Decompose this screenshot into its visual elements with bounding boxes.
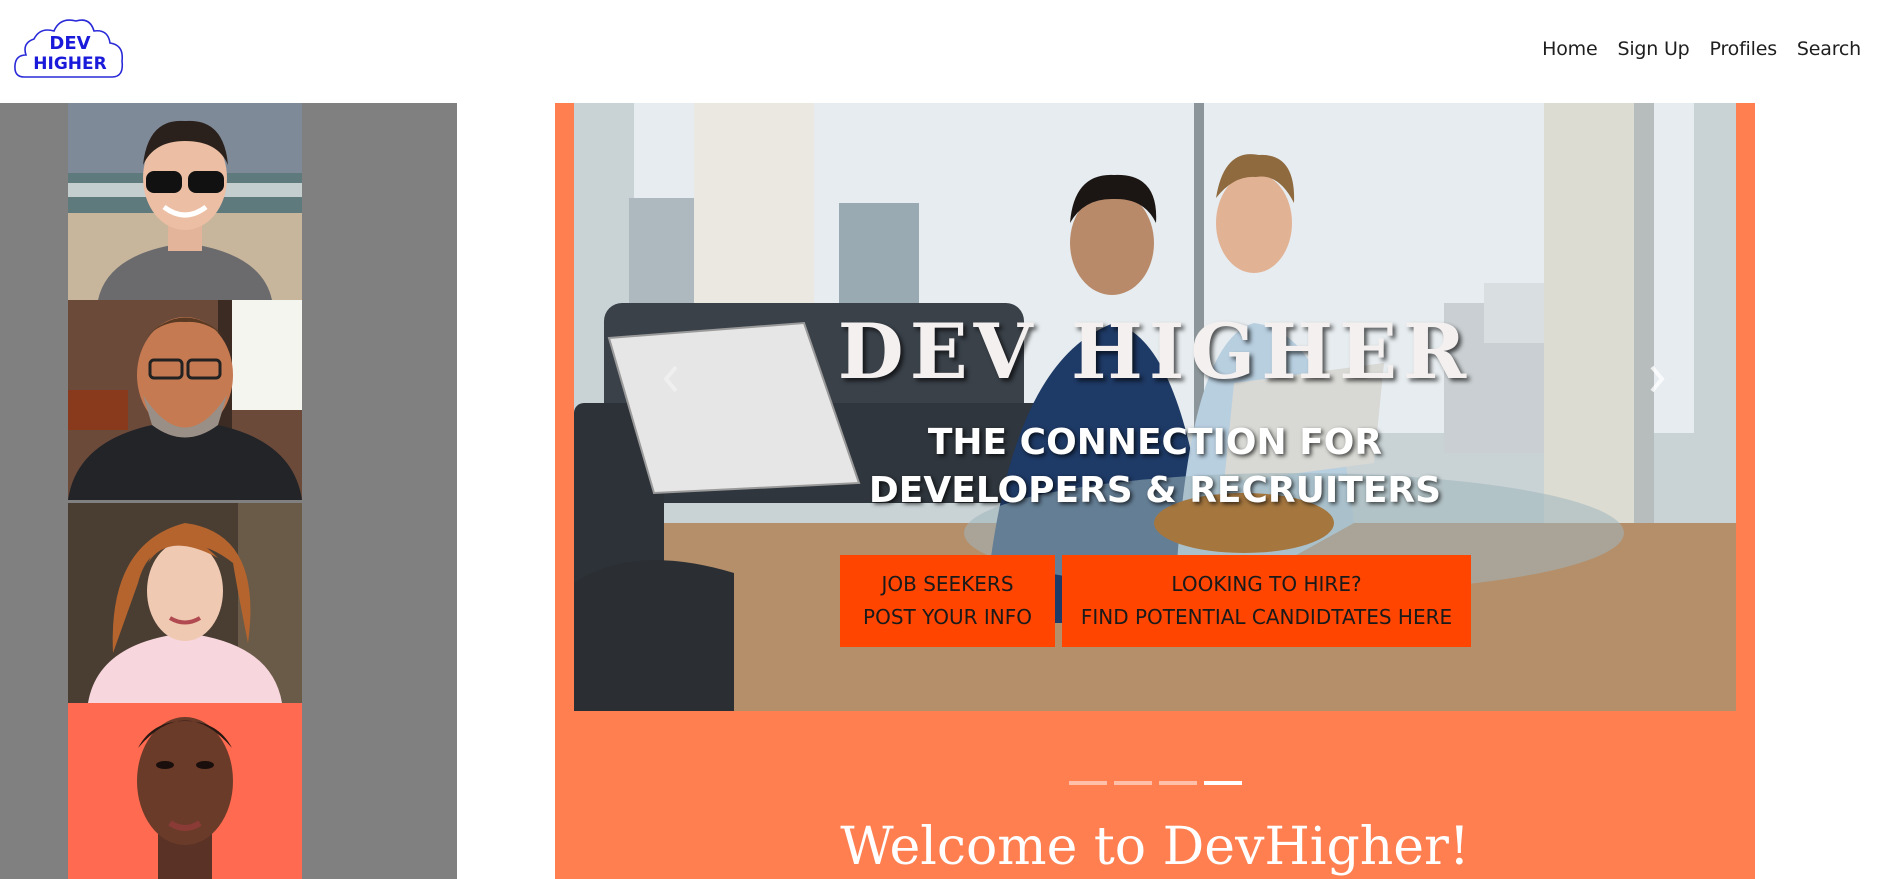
profile-photo-2[interactable]	[68, 300, 302, 500]
looking-to-hire-button-line2: FIND POTENTIAL CANDIDTATES HERE	[1080, 605, 1453, 629]
logo-text-higher: HIGHER	[33, 54, 106, 74]
devhigher-logo[interactable]: DEV HIGHER	[14, 15, 126, 81]
welcome-heading: Welcome to DevHigher!	[840, 817, 1470, 877]
profile-photo-4[interactable]	[68, 703, 302, 879]
hero-subtitle: THE CONNECTION FOR DEVELOPERS & RECRUITE…	[574, 419, 1736, 515]
hero-title: DEV HIGHER	[837, 307, 1473, 396]
profile-photo-1[interactable]	[68, 103, 302, 300]
carousel-indicator-2[interactable]	[1114, 781, 1152, 785]
job-seekers-button[interactable]: JOB SEEKERS POST YOUR INFO	[840, 555, 1055, 647]
carousel-indicator-4[interactable]	[1204, 781, 1242, 785]
job-seekers-button-line1: JOB SEEKERS	[881, 572, 1014, 596]
hero-subtitle-line2: DEVELOPERS & RECRUITERS	[868, 470, 1442, 511]
hero-carousel: DEV HIGHER THE CONNECTION FOR DEVELOPERS…	[574, 103, 1736, 711]
nav-signup-link[interactable]: Sign Up	[1617, 38, 1689, 60]
carousel-indicator-1[interactable]	[1069, 781, 1107, 785]
carousel-indicators	[1069, 781, 1242, 785]
navbar: DEV HIGHER Home Sign Up Profiles Search	[0, 0, 1883, 103]
looking-to-hire-button-line1: LOOKING TO HIRE?	[1171, 572, 1362, 596]
profile-photo-3[interactable]	[68, 503, 302, 703]
profile-photo-3-image	[68, 503, 302, 703]
nav-search-link[interactable]: Search	[1797, 38, 1861, 60]
hero-subtitle-line1: THE CONNECTION FOR	[927, 422, 1383, 463]
nav-profiles-link[interactable]: Profiles	[1710, 38, 1778, 60]
chevron-right-icon[interactable]	[1642, 359, 1672, 399]
profile-photo-2-image	[68, 300, 302, 500]
chevron-left-icon[interactable]	[656, 359, 686, 399]
job-seekers-button-line2: POST YOUR INFO	[863, 605, 1032, 629]
carousel-indicator-3[interactable]	[1159, 781, 1197, 785]
looking-to-hire-button[interactable]: LOOKING TO HIRE? FIND POTENTIAL CANDIDTA…	[1062, 555, 1471, 647]
profile-photo-1-image	[68, 103, 302, 300]
nav-links: Home Sign Up Profiles Search	[1542, 38, 1861, 60]
nav-home-link[interactable]: Home	[1542, 38, 1598, 60]
profile-sidebar	[0, 103, 457, 879]
logo-text-dev: DEV	[49, 33, 90, 54]
main-panel: DEV HIGHER THE CONNECTION FOR DEVELOPERS…	[555, 103, 1755, 879]
profile-photo-4-image	[68, 703, 302, 879]
